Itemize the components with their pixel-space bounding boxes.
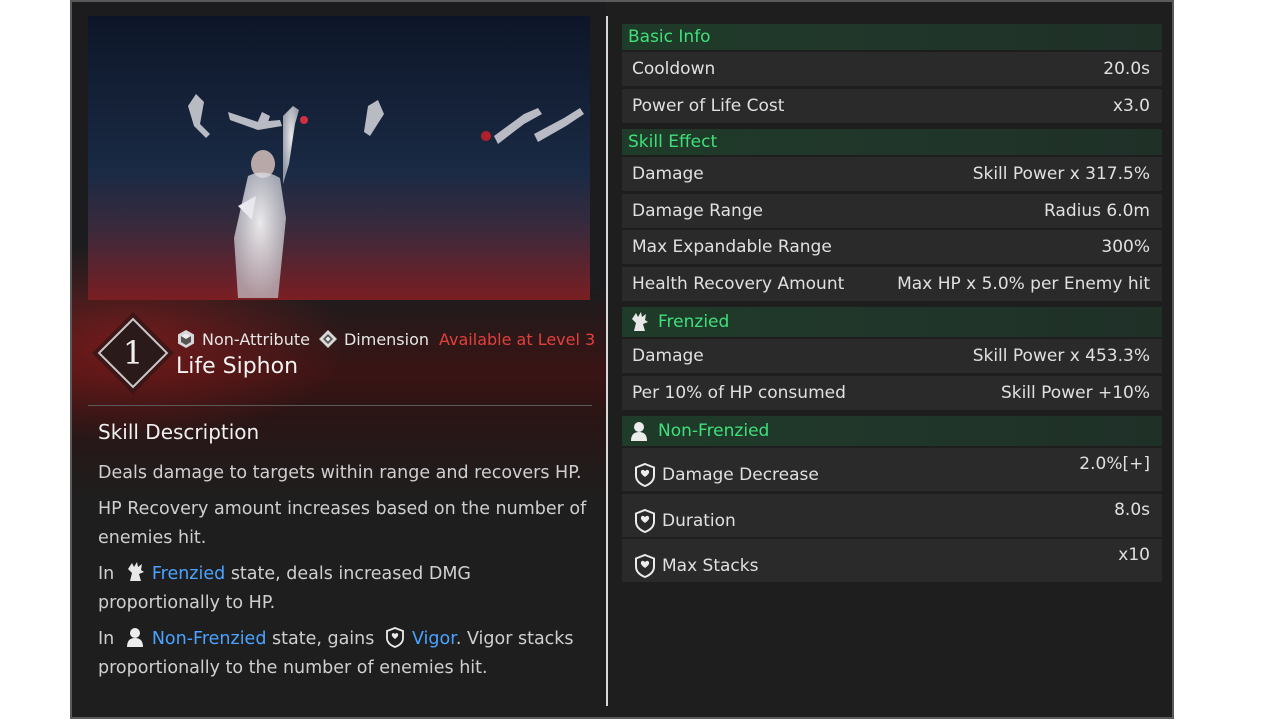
stat-row-max-expandable-range: Max Expandable Range 300% [622, 230, 1162, 264]
stat-value: 2.0%[+] [1079, 454, 1150, 474]
attribute-label: Non-Attribute [202, 329, 310, 349]
stat-label: Damage [632, 346, 704, 366]
stat-value: 20.0s [1103, 59, 1150, 79]
section-title: Frenzied [658, 312, 730, 332]
non-attribute-icon [178, 330, 194, 348]
stat-label-group: Duration [632, 508, 736, 534]
section-title: Basic Info [628, 27, 711, 47]
description-frenzied: In Frenzied state, deals increased DMG p… [98, 560, 588, 618]
section-title: Skill Effect [628, 132, 718, 152]
skill-description: Deals damage to targets within range and… [98, 459, 588, 690]
stat-row-damage-decrease: Damage Decrease 2.0%[+] [622, 448, 1162, 491]
stat-row-power-of-life-cost: Power of Life Cost x3.0 [622, 88, 1162, 123]
skill-overview: 1 Non-Attribute Dimension Available at L… [72, 2, 606, 717]
desc-prefix: In [98, 564, 115, 584]
description-title: Skill Description [98, 420, 260, 444]
vigor-icon [635, 462, 655, 488]
section-non-frenzied: Non-Frenzied [622, 416, 1162, 446]
stat-label: Duration [662, 510, 736, 531]
section-title: Non-Frenzied [658, 421, 770, 441]
stat-row-max-stacks: Max Stacks x10 [622, 539, 1162, 582]
skill-name: Life Siphon [176, 354, 299, 379]
stat-value: Max HP x 5.0% per Enemy hit [897, 273, 1150, 294]
frenzied-icon [632, 312, 648, 331]
stat-row-duration: Duration 8.0s [622, 493, 1162, 537]
stat-value: Skill Power x 453.3% [972, 346, 1150, 366]
description-line-2: HP Recovery amount increases based on th… [98, 499, 587, 548]
stat-value: x3.0 [1112, 95, 1150, 116]
availability-label: Available at Level 3 [439, 329, 596, 349]
stat-row-damage-range: Damage Range Radius 6.0m [622, 193, 1162, 228]
skill-preview-video[interactable] [88, 16, 590, 300]
vigor-icon [635, 553, 655, 579]
stat-value: Skill Power +10% [1000, 382, 1150, 403]
non-frenzied-icon [126, 628, 143, 647]
stat-row-frenzied-damage: Damage Skill Power x 453.3% [622, 339, 1162, 373]
desc-non-frenzied-text: state, gains [272, 629, 375, 649]
desc-prefix: In [98, 629, 115, 649]
stat-row-health-recovery: Health Recovery Amount Max HP x 5.0% per… [622, 266, 1162, 301]
stat-row-cooldown: Cooldown 20.0s [622, 52, 1162, 86]
stat-value: x10 [1118, 545, 1150, 565]
section-skill-effect: Skill Effect [622, 129, 1162, 155]
vigor-link[interactable]: Vigor [412, 629, 456, 649]
stat-label: Per 10% of HP consumed [632, 382, 846, 403]
level-number: 1 [122, 334, 144, 372]
stat-label: Max Expandable Range [632, 237, 832, 257]
section-basic-info: Basic Info [622, 24, 1162, 50]
description-line-1: Deals damage to targets within range and… [98, 463, 582, 483]
vigor-icon [386, 627, 404, 648]
stat-label: Damage Decrease [662, 465, 819, 485]
dimension-icon [318, 330, 337, 348]
stat-value: Skill Power x 317.5% [972, 164, 1150, 184]
stat-label: Power of Life Cost [632, 95, 785, 116]
stat-value: 8.0s [1114, 499, 1150, 520]
stat-label: Damage Range [632, 200, 764, 221]
stats-panel: Basic Info Cooldown 20.0s Power of Life … [622, 24, 1162, 585]
section-frenzied: Frenzied [622, 307, 1162, 337]
skill-info-panel: 1 Non-Attribute Dimension Available at L… [70, 0, 1174, 719]
stat-label-group: Damage Decrease [632, 462, 819, 488]
attribute-row: Non-Attribute Dimension Available at Lev… [176, 326, 595, 352]
stat-row-hp-consumed: Per 10% of HP consumed Skill Power +10% [622, 375, 1162, 410]
panel-divider [606, 16, 608, 706]
type-label: Dimension [343, 329, 430, 349]
stat-label: Health Recovery Amount [632, 273, 845, 294]
description-non-frenzied: In Non-Frenzied state, gains Vigor. Vigo… [98, 625, 588, 683]
frenzied-icon [127, 562, 144, 581]
stat-label: Max Stacks [662, 556, 759, 576]
non-frenzied-link[interactable]: Non-Frenzied [152, 629, 267, 649]
stat-value: Radius 6.0m [1043, 200, 1150, 221]
stat-label-group: Max Stacks [632, 553, 758, 579]
section-divider [88, 405, 592, 406]
vigor-icon [635, 508, 655, 533]
stat-label: Damage [632, 164, 704, 184]
non-frenzied-icon [631, 422, 647, 441]
stat-row-damage: Damage Skill Power x 317.5% [622, 157, 1162, 191]
skill-preview-scene [188, 94, 584, 298]
stat-label: Cooldown [632, 59, 716, 79]
frenzied-link[interactable]: Frenzied [152, 564, 225, 584]
stat-value: 300% [1101, 237, 1150, 257]
